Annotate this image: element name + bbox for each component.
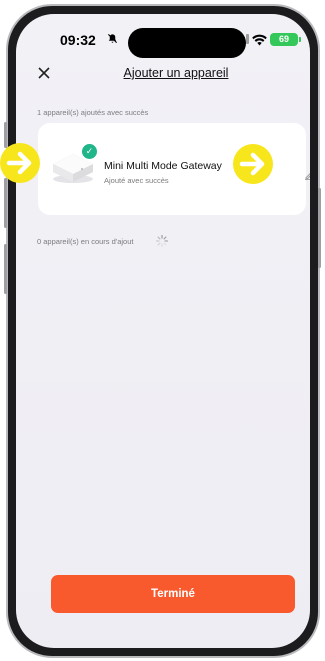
side-button-volume-down [4, 244, 7, 294]
status-time: 09:32 [60, 32, 96, 48]
app-screen: 09:32 69 Ajouter un appareil 1 appareil(… [16, 14, 310, 648]
arrow-right-icon [0, 143, 40, 183]
progress-section-label: 0 appareil(s) en cours d'ajout [37, 237, 134, 246]
done-button[interactable]: Terminé [51, 575, 295, 613]
status-bar: 09:32 69 [16, 14, 310, 58]
cellular-signal-icon [232, 34, 249, 44]
pencil-icon[interactable] [304, 167, 310, 180]
arrow-right-icon [233, 144, 273, 184]
device-name: Mini Multi Mode Gateway [104, 160, 222, 172]
check-icon: ✓ [82, 144, 97, 159]
battery-icon: 69 [270, 33, 301, 46]
side-button-volume-up [4, 178, 7, 228]
page-title: Ajouter un appareil [123, 66, 229, 80]
side-button-power [318, 188, 321, 268]
bell-slash-icon [107, 33, 118, 47]
success-section-label: 1 appareil(s) ajoutés avec succès [37, 108, 149, 117]
dynamic-island [128, 28, 246, 58]
loading-spinner-icon [155, 234, 169, 248]
wifi-icon [252, 33, 267, 51]
device-status: Ajouté avec succès [104, 176, 169, 185]
side-button-action [4, 122, 7, 148]
close-icon[interactable] [36, 65, 52, 81]
battery-level: 69 [278, 34, 289, 44]
